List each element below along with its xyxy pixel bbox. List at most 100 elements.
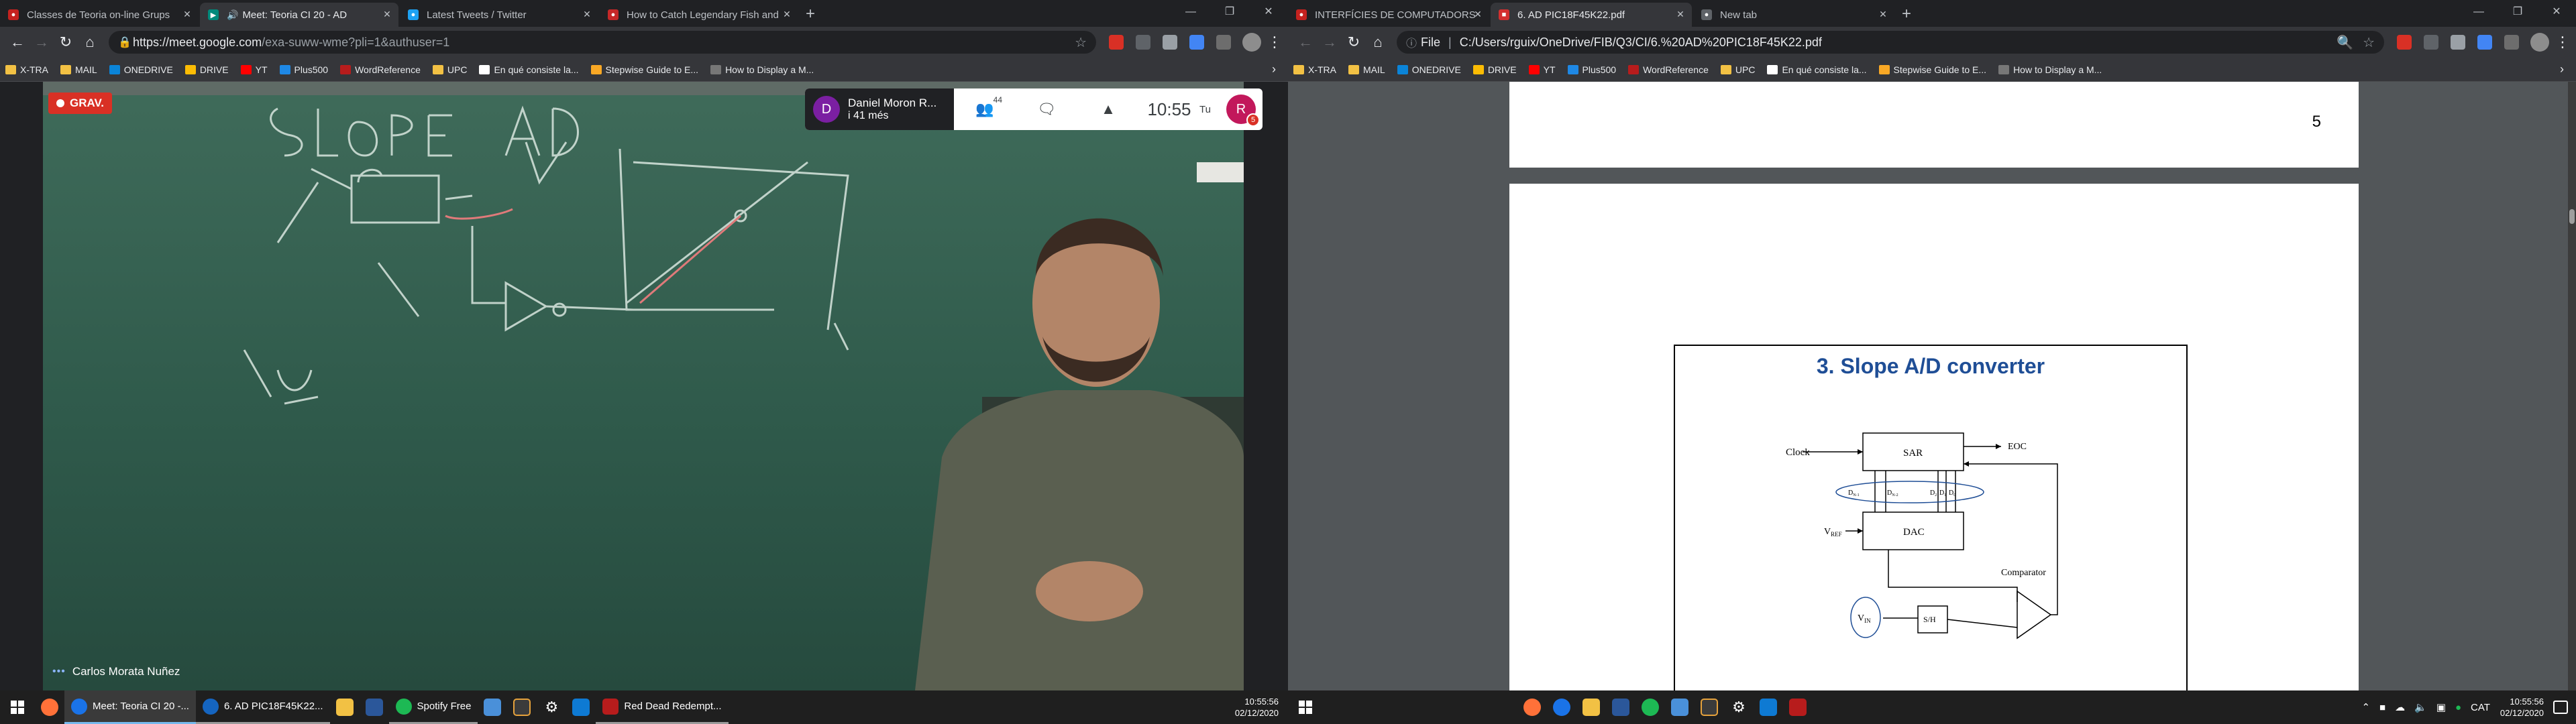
windows-start-icon[interactable] — [0, 690, 35, 724]
nvidia-icon[interactable]: ■ — [2379, 702, 2385, 713]
speaker-icon[interactable]: 🔊 — [227, 9, 238, 21]
restore-icon[interactable]: ❐ — [2498, 0, 2537, 24]
bookmark-upc[interactable]: UPC — [432, 64, 467, 75]
chrome-icon[interactable] — [1547, 690, 1576, 724]
close-icon[interactable]: ✕ — [1472, 8, 1484, 20]
back-icon[interactable]: ← — [5, 30, 30, 54]
bookmark-onedrive[interactable]: ONEDRIVE — [1397, 64, 1461, 75]
spotify-icon[interactable] — [1635, 690, 1665, 724]
clock[interactable]: 10:55:56 02/12/2020 — [2500, 696, 2544, 719]
participants-button[interactable]: 👥 44 — [954, 88, 1016, 130]
network-icon[interactable]: ▣ — [2436, 701, 2446, 713]
windows-start-icon[interactable] — [1288, 690, 1323, 724]
new-tab-button[interactable]: + — [800, 3, 821, 27]
bookmark-how-to-display[interactable]: How to Display a M... — [1998, 64, 2102, 75]
home-icon[interactable]: ⌂ — [78, 30, 102, 54]
tab-meet[interactable]: ▶ 🔊 Meet: Teoria CI 20 - AD ✕ — [200, 3, 398, 27]
extension-red-icon[interactable] — [2397, 35, 2412, 50]
bookmark-star-icon[interactable]: ☆ — [1075, 34, 1087, 51]
reload-icon[interactable]: ↻ — [1342, 30, 1366, 54]
settings-icon[interactable]: ⚙ — [1724, 690, 1754, 724]
extension-grey-icon[interactable] — [2424, 35, 2438, 50]
bookmark-wordreference[interactable]: WordReference — [1628, 64, 1709, 75]
language-indicator[interactable]: CAT — [2471, 702, 2490, 713]
forward-icon[interactable]: → — [1318, 30, 1342, 54]
extension-blue-icon[interactable] — [2477, 35, 2492, 50]
extension-light-icon[interactable] — [2451, 35, 2465, 50]
bookmark-xtra[interactable]: X-TRA — [1293, 64, 1336, 75]
chat-button[interactable]: 🗨 — [1016, 88, 1077, 130]
taskbar-app-meet[interactable]: Meet: Teoria CI 20 -... — [64, 690, 196, 724]
menu-icon[interactable]: ⋮ — [1267, 34, 1283, 51]
minimize-icon[interactable]: — — [2459, 0, 2498, 24]
collections-icon[interactable] — [2504, 35, 2519, 50]
scrollbar-thumb[interactable] — [2569, 209, 2575, 224]
editor-icon[interactable] — [507, 690, 537, 724]
tab-new[interactable]: ● New tab ✕ — [1693, 3, 1894, 27]
bookmark-wordreference[interactable]: WordReference — [340, 64, 421, 75]
new-tab-button[interactable]: + — [1896, 3, 1917, 27]
info-icon[interactable]: ⓘ — [1406, 34, 1421, 50]
extension-grey-icon[interactable] — [1136, 35, 1150, 50]
tab-twitter[interactable]: ● Latest Tweets / Twitter ✕ — [400, 3, 598, 27]
file-explorer-icon[interactable] — [330, 690, 360, 724]
bookmark-mail[interactable]: MAIL — [1348, 64, 1385, 75]
file-explorer-icon[interactable] — [1576, 690, 1606, 724]
tab-interficies[interactable]: ● INTERFÍCIES DE COMPUTADORS ✕ — [1288, 3, 1489, 27]
menu-icon[interactable]: ⋮ — [2555, 34, 2571, 51]
reload-icon[interactable]: ↻ — [54, 30, 78, 54]
activities-button[interactable]: ▲ — [1077, 88, 1139, 130]
onedrive-tray-icon[interactable]: ☁ — [2395, 701, 2405, 713]
forward-icon[interactable]: → — [30, 30, 54, 54]
bookmark-en-que-consiste[interactable]: En qué consiste la... — [479, 64, 579, 75]
bookmark-upc[interactable]: UPC — [1720, 64, 1755, 75]
chevron-right-icon[interactable]: › — [1272, 62, 1276, 76]
presenter-card[interactable]: D Daniel Moron R... i 41 més — [805, 88, 954, 130]
taskbar-app-red-dead[interactable]: Red Dead Redempt... — [596, 690, 729, 724]
close-window-icon[interactable]: ✕ — [2537, 0, 2576, 24]
spotify-tray-icon[interactable]: ● — [2455, 702, 2461, 713]
word-icon[interactable] — [1606, 690, 1635, 724]
lock-icon[interactable]: 🔒 — [118, 36, 133, 49]
close-icon[interactable]: ✕ — [181, 8, 193, 20]
extension-red-icon[interactable] — [1109, 35, 1124, 50]
bookmark-how-to-display[interactable]: How to Display a M... — [710, 64, 814, 75]
bookmark-star-icon[interactable]: ☆ — [2363, 34, 2375, 51]
bookmark-drive[interactable]: DRIVE — [184, 64, 229, 75]
extension-blue-icon[interactable] — [1189, 35, 1204, 50]
tab-legendary-fish[interactable]: ● How to Catch Legendary Fish and ✕ — [600, 3, 798, 27]
minimize-icon[interactable]: — — [1171, 0, 1210, 24]
bookmark-plus500[interactable]: Plus500 — [279, 64, 328, 75]
zoom-icon[interactable]: 🔍 — [2337, 34, 2353, 51]
bookmark-mail[interactable]: MAIL — [60, 64, 97, 75]
bookmark-en-que-consiste[interactable]: En qué consiste la... — [1767, 64, 1867, 75]
extension-light-icon[interactable] — [1163, 35, 1177, 50]
close-icon[interactable]: ✕ — [381, 8, 393, 20]
remote-desktop-icon[interactable] — [1665, 690, 1695, 724]
bookmark-plus500[interactable]: Plus500 — [1567, 64, 1616, 75]
bookmark-yt[interactable]: YT — [240, 64, 268, 75]
clock[interactable]: 10:55:56 02/12/2020 — [1235, 696, 1279, 719]
remote-desktop-icon[interactable] — [478, 690, 507, 724]
pdf-scrollbar[interactable] — [2568, 82, 2576, 690]
bookmark-xtra[interactable]: X-TRA — [5, 64, 48, 75]
vscode-icon[interactable] — [1754, 690, 1783, 724]
game-icon[interactable] — [1783, 690, 1813, 724]
chevron-up-icon[interactable]: ⌃ — [2361, 701, 2370, 713]
word-icon[interactable] — [360, 690, 389, 724]
back-icon[interactable]: ← — [1293, 30, 1318, 54]
bookmark-stepwise[interactable]: Stepwise Guide to E... — [590, 64, 698, 75]
bookmark-stepwise[interactable]: Stepwise Guide to E... — [1878, 64, 1986, 75]
profile-avatar[interactable] — [1242, 33, 1261, 52]
profile-avatar[interactable] — [2530, 33, 2549, 52]
close-icon[interactable]: ✕ — [781, 8, 793, 20]
close-icon[interactable]: ✕ — [1877, 8, 1889, 20]
close-icon[interactable]: ✕ — [1674, 8, 1686, 20]
firefox-icon[interactable] — [1517, 690, 1547, 724]
pdf-viewer[interactable]: 5 3. Slope A/D converter Clock SAR EOC D… — [1288, 82, 2576, 690]
close-icon[interactable]: ✕ — [581, 8, 593, 20]
close-window-icon[interactable]: ✕ — [1249, 0, 1288, 24]
action-center-icon[interactable] — [2553, 701, 2568, 714]
tab-pdf[interactable]: ■ 6. AD PIC18F45K22.pdf ✕ — [1491, 3, 1692, 27]
editor-icon[interactable] — [1695, 690, 1724, 724]
